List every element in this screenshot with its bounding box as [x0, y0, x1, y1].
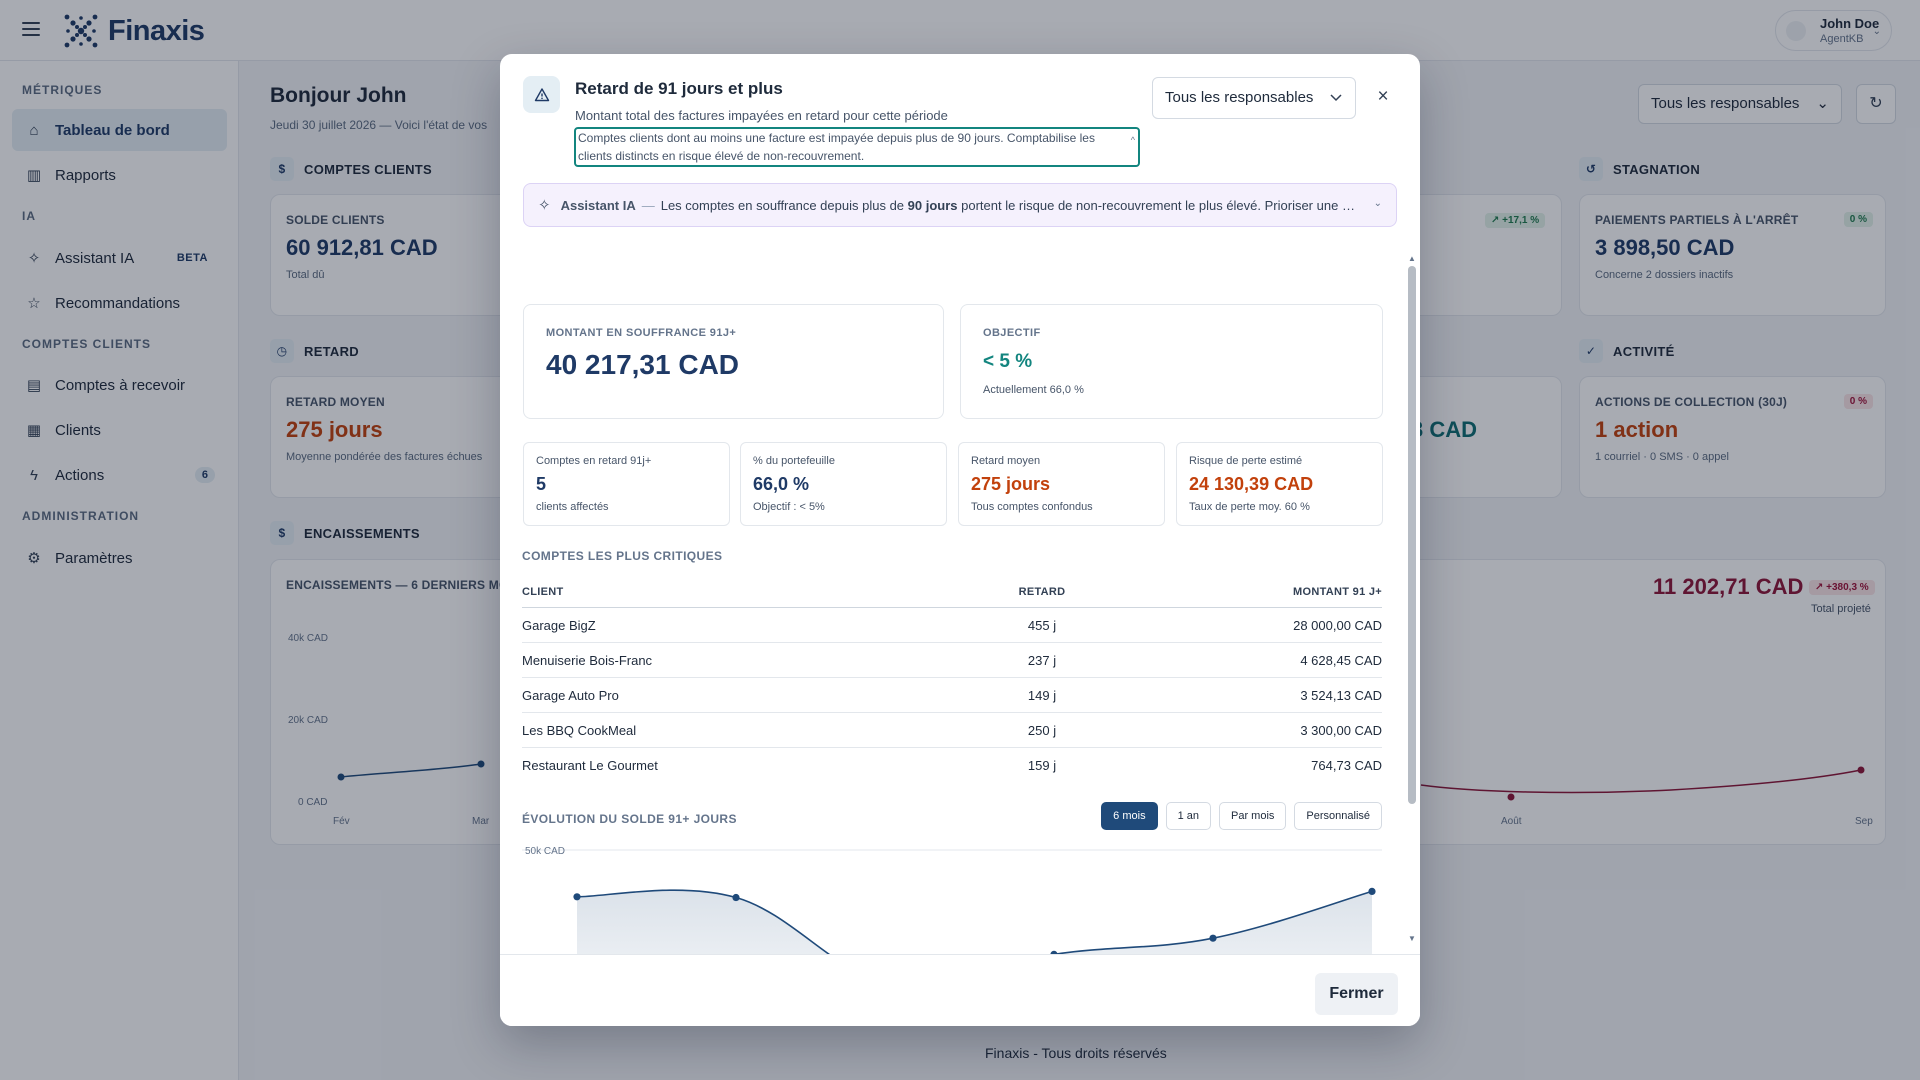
range-1-an-button[interactable]: 1 an	[1165, 802, 1211, 830]
amount-card: MONTANT EN SOUFFRANCE 91J+ 40 217,31 CAD	[523, 304, 944, 419]
objective-card: OBJECTIF < 5 % Actuellement 66,0 %	[960, 304, 1383, 419]
cell-retard: 149 j	[1027, 688, 1057, 703]
modal-subtitle: Montant total des factures impayées en r…	[575, 108, 948, 123]
chevron-down-icon[interactable]: ⌄	[1374, 198, 1382, 209]
table-row[interactable]: Garage Auto Pro 149 j 3 524,13 CAD	[522, 678, 1382, 713]
stat-label: Comptes en retard 91j+	[536, 455, 652, 467]
cell-amount: 764,73 CAD	[1311, 758, 1382, 773]
stat-value: 275 jours	[971, 474, 1051, 494]
table-row[interactable]: Restaurant Le Gourmet 159 j 764,73 CAD	[522, 748, 1382, 783]
sparkle-icon: ✧	[538, 197, 551, 214]
scroll-down-arrow-icon[interactable]: ▼	[1408, 934, 1416, 943]
chevron-up-icon[interactable]: ^	[1131, 131, 1135, 149]
critical-accounts-title: COMPTES LES PLUS CRITIQUES	[522, 549, 723, 563]
header-retard[interactable]: RETARD	[992, 586, 1092, 598]
cell-client: Garage BigZ	[522, 618, 596, 633]
scroll-thumb[interactable]	[1408, 266, 1416, 804]
modal-responsable-value: Tous les responsables	[1165, 89, 1314, 106]
modal-responsable-select[interactable]: Tous les responsables	[1152, 77, 1356, 119]
table-row[interactable]: Menuiserie Bois-Franc 237 j 4 628,45 CAD	[522, 643, 1382, 678]
range-personnalise-button[interactable]: Personnalisé	[1294, 802, 1382, 830]
ai-text-before: Les comptes en souffrance depuis plus de	[660, 197, 908, 213]
amount-value: 40 217,31 CAD	[546, 349, 740, 380]
cell-amount: 4 628,45 CAD	[1300, 653, 1382, 668]
warning-icon	[523, 76, 560, 113]
evolution-title: ÉVOLUTION DU SOLDE 91+ JOURS	[522, 812, 737, 826]
evolution-range-buttons: 6 mois 1 an Par mois Personnalisé	[1101, 802, 1382, 830]
modal-description: Comptes clients dont au moins une factur…	[578, 131, 1095, 163]
objective-value: < 5 %	[983, 351, 1033, 372]
stat-value: 5	[536, 474, 547, 494]
stat-risque-perte: Risque de perte estimé 24 130,39 CAD Tau…	[1176, 442, 1383, 526]
modal-title: Retard de 91 jours et plus	[575, 79, 783, 98]
ai-text-after: portent le risque de non-recouvrement le…	[957, 197, 1361, 213]
scroll-up-arrow-icon[interactable]: ▲	[1408, 254, 1416, 263]
cell-amount: 3 300,00 CAD	[1300, 723, 1382, 738]
modal-scroll-content[interactable]: MONTANT EN SOUFFRANCE 91J+ 40 217,31 CAD…	[500, 250, 1420, 954]
stat-label: Retard moyen	[971, 455, 1041, 467]
stat-value: 24 130,39 CAD	[1189, 474, 1314, 494]
close-icon[interactable]: ×	[1372, 87, 1394, 109]
stat-value: 66,0 %	[753, 474, 810, 494]
fermer-button[interactable]: Fermer	[1315, 973, 1398, 1015]
modal-description-box[interactable]: Comptes clients dont au moins une factur…	[574, 127, 1140, 167]
range-6-mois-button[interactable]: 6 mois	[1101, 802, 1158, 830]
stat-note: Taux de perte moy. 60 %	[1189, 501, 1310, 513]
cell-retard: 455 j	[1027, 618, 1057, 633]
objective-note: Actuellement 66,0 %	[983, 384, 1084, 396]
stat-note: Objectif : < 5%	[753, 501, 825, 513]
table-row[interactable]: Les BBQ CookMeal 250 j 3 300,00 CAD	[522, 713, 1382, 748]
stat-label: Risque de perte estimé	[1189, 455, 1303, 467]
stat-comptes-retard: Comptes en retard 91j+ 5 clients affecté…	[523, 442, 730, 526]
critical-accounts-table: CLIENT RETARD MONTANT 91 J+ Garage BigZ …	[522, 576, 1382, 783]
stat-label: % du portefeuille	[753, 455, 835, 467]
cell-client: Menuiserie Bois-Franc	[522, 653, 653, 668]
data-point	[573, 893, 581, 901]
modal-scrollbar[interactable]: ▲ ▼	[1408, 254, 1416, 946]
data-point	[1368, 887, 1376, 895]
modal-footer: Fermer	[500, 954, 1420, 1026]
header-client[interactable]: CLIENT	[522, 586, 564, 598]
cell-client: Les BBQ CookMeal	[522, 723, 637, 738]
table-row[interactable]: Garage BigZ 455 j 28 000,00 CAD	[522, 608, 1382, 643]
cell-client: Restaurant Le Gourmet	[522, 758, 658, 773]
data-point	[1209, 934, 1217, 942]
evolution-chart: 50k CAD	[522, 846, 1382, 954]
cell-client: Garage Auto Pro	[522, 688, 619, 703]
cell-retard: 159 j	[1027, 758, 1057, 773]
ai-insight-bar[interactable]: ✧ Assistant IA — Les comptes en souffran…	[523, 183, 1397, 227]
amount-label: MONTANT EN SOUFFRANCE 91J+	[546, 327, 737, 339]
ai-text-bold: 90 jours	[907, 197, 958, 213]
data-point	[732, 893, 740, 902]
chevron-down-icon	[1330, 94, 1342, 102]
objective-label: OBJECTIF	[983, 327, 1041, 339]
cell-amount: 3 524,13 CAD	[1300, 688, 1382, 703]
ai-name: Assistant IA	[560, 197, 636, 213]
cell-amount: 28 000,00 CAD	[1293, 618, 1382, 633]
cell-retard: 237 j	[1027, 653, 1057, 668]
stat-note: clients affectés	[536, 501, 609, 513]
stat-portefeuille: % du portefeuille 66,0 % Objectif : < 5%	[740, 442, 947, 526]
y-tick-label: 50k CAD	[525, 846, 565, 857]
header-amount[interactable]: MONTANT 91 J+	[1293, 586, 1382, 598]
series-area	[577, 890, 1372, 954]
range-par-mois-button[interactable]: Par mois	[1219, 802, 1287, 830]
stat-note: Tous comptes confondus	[971, 501, 1093, 513]
stat-retard-moyen: Retard moyen 275 jours Tous comptes conf…	[958, 442, 1165, 526]
table-header: CLIENT RETARD MONTANT 91 J+	[522, 576, 1382, 608]
ai-insight-text: Les comptes en souffrance depuis plus de…	[661, 198, 1361, 213]
ai-separator: —	[641, 197, 655, 213]
modal-retard-91: Retard de 91 jours et plus Montant total…	[500, 54, 1420, 1026]
cell-retard: 250 j	[1027, 723, 1057, 738]
